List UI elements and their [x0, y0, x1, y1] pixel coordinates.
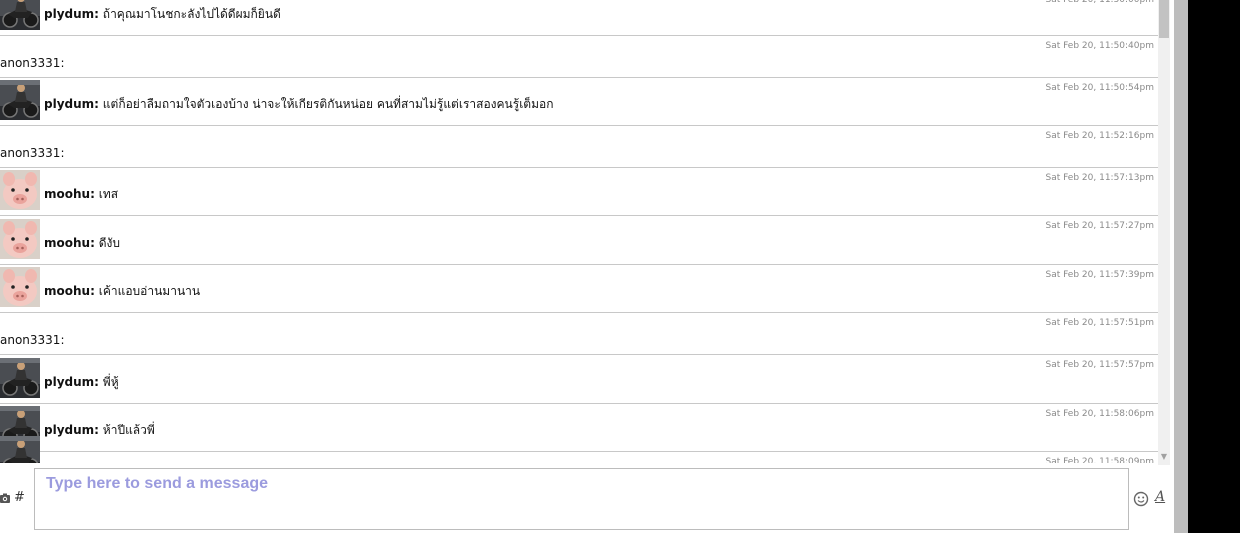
- message-line: plydum: พี่หู้: [44, 373, 119, 392]
- chat-message: Sat Feb 20, 11:57:57pm plydum: พี่หู้: [0, 355, 1158, 404]
- chat-scrollbar[interactable]: ▼: [1158, 0, 1170, 465]
- avatar[interactable]: [0, 80, 40, 120]
- message-text: พี่หู้: [102, 375, 119, 389]
- message-timestamp: Sat Feb 20, 11:57:51pm: [1045, 318, 1155, 328]
- chat-message: Sat Feb 20, 11:57:39pm moohu: เค้าแอบอ่าน…: [0, 265, 1158, 313]
- message-text: เทส: [98, 187, 119, 201]
- chat-message: Sat Feb 20, 11:50:40pm anon3331:: [0, 36, 1158, 78]
- text-format-icon[interactable]: A: [1155, 489, 1165, 505]
- chat-message-list[interactable]: Sat Feb 20, 11:50:00pm plydum: ถ้าคุณมาโน…: [0, 0, 1158, 463]
- chat-message: Sat Feb 20, 11:50:54pm plydum: แต่ก็อย่าล…: [0, 78, 1158, 126]
- message-username[interactable]: plydum:: [44, 375, 99, 389]
- message-username[interactable]: moohu:: [44, 187, 95, 201]
- message-line: moohu: ดีงับ: [44, 234, 120, 253]
- message-line: moohu: เค้าแอบอ่านมานาน: [44, 282, 200, 301]
- anon-username: anon3331:: [0, 56, 65, 70]
- chat-message: Sat Feb 20, 11:57:27pm moohu: ดีงับ: [0, 216, 1158, 265]
- message-username[interactable]: plydum:: [44, 97, 99, 111]
- camera-icon[interactable]: [0, 492, 10, 504]
- message-line: plydum: แต่ก็อย่าลืมถามใจตัวเองบ้าง น่าจ…: [44, 95, 553, 114]
- window-scrollbar[interactable]: [1174, 0, 1188, 533]
- smiley-icon[interactable]: [1133, 491, 1149, 507]
- scroll-down-arrow-icon[interactable]: ▼: [1159, 452, 1169, 462]
- message-timestamp: Sat Feb 20, 11:50:40pm: [1045, 41, 1155, 51]
- chat-message: Sat Feb 20, 11:57:51pm anon3331:: [0, 313, 1158, 355]
- message-timestamp: Sat Feb 20, 11:57:57pm: [1045, 360, 1155, 370]
- message-line: plydum: ถ้าคุณมาโนชกะลังไปได้ดีผมก็ยินดี: [44, 5, 281, 24]
- message-text: เค้าแอบอ่านมานาน: [98, 284, 201, 298]
- channel-hash-button[interactable]: #: [14, 490, 25, 505]
- avatar[interactable]: [0, 436, 40, 463]
- message-timestamp: Sat Feb 20, 11:57:13pm: [1045, 173, 1155, 183]
- chat-message: Sat Feb 20, 11:52:16pm anon3331:: [0, 126, 1158, 168]
- avatar[interactable]: [0, 0, 40, 30]
- chat-message: Sat Feb 20, 11:58:06pm plydum: ห้าปีแล้วพ…: [0, 404, 1158, 452]
- chat-message: Sat Feb 20, 11:57:13pm moohu: เทส: [0, 168, 1158, 216]
- message-input[interactable]: [34, 468, 1129, 530]
- message-timestamp: Sat Feb 20, 11:52:16pm: [1045, 131, 1155, 141]
- message-line: plydum: ห้าปีแล้วพี่: [44, 421, 155, 440]
- message-text: ห้าปีแล้วพี่: [102, 423, 155, 437]
- message-username[interactable]: plydum:: [44, 423, 99, 437]
- message-text: ดีงับ: [98, 236, 120, 250]
- avatar[interactable]: [0, 170, 40, 210]
- avatar[interactable]: [0, 267, 40, 307]
- message-username[interactable]: plydum:: [44, 7, 99, 21]
- anon-username: anon3331:: [0, 146, 65, 160]
- chat-message: Sat Feb 20, 11:58:09pm: [0, 436, 1158, 463]
- anon-username: anon3331:: [0, 333, 65, 347]
- window-edge: [1188, 0, 1240, 533]
- avatar[interactable]: [0, 219, 40, 259]
- avatar[interactable]: [0, 358, 40, 398]
- message-timestamp: Sat Feb 20, 11:57:39pm: [1045, 270, 1155, 280]
- message-line: moohu: เทส: [44, 185, 118, 204]
- message-timestamp: Sat Feb 20, 11:58:09pm: [1045, 457, 1155, 463]
- message-text: ถ้าคุณมาโนชกะลังไปได้ดีผมก็ยินดี: [102, 7, 281, 21]
- message-text: แต่ก็อย่าลืมถามใจตัวเองบ้าง น่าจะให้เกีย…: [102, 97, 554, 111]
- message-timestamp: Sat Feb 20, 11:50:54pm: [1045, 83, 1155, 93]
- message-timestamp: Sat Feb 20, 11:57:27pm: [1045, 221, 1155, 231]
- message-username[interactable]: moohu:: [44, 236, 95, 250]
- message-username[interactable]: moohu:: [44, 284, 95, 298]
- chat-message: Sat Feb 20, 11:50:00pm plydum: ถ้าคุณมาโน…: [0, 0, 1158, 36]
- scroll-thumb[interactable]: [1159, 0, 1169, 38]
- message-timestamp: Sat Feb 20, 11:58:06pm: [1045, 409, 1155, 419]
- message-timestamp: Sat Feb 20, 11:50:00pm: [1045, 0, 1155, 5]
